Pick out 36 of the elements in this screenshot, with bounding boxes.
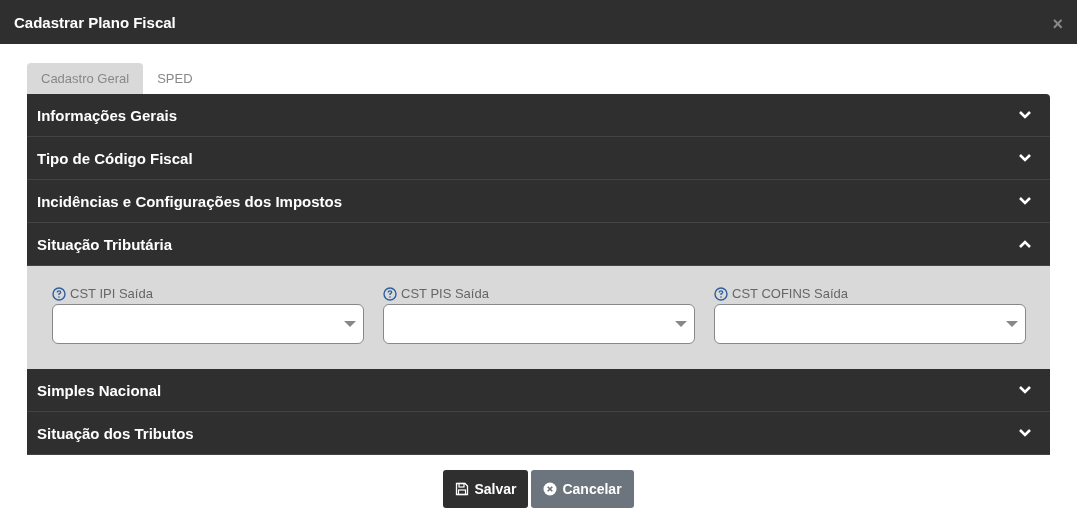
caret-icon <box>344 321 356 327</box>
select-field[interactable] <box>714 304 1026 344</box>
cancel-button[interactable]: Cancelar <box>531 470 634 508</box>
chevron-down-icon <box>1018 428 1032 438</box>
field-label: CST PIS Saída <box>401 286 489 301</box>
accordion-header[interactable]: Informações Gerais <box>27 94 1050 137</box>
chevron-down-icon <box>1018 153 1032 163</box>
caret-icon <box>675 321 687 327</box>
close-circle-icon <box>543 482 558 496</box>
save-button[interactable]: Salvar <box>443 470 529 508</box>
accordion-header[interactable]: Simples Nacional <box>27 369 1050 412</box>
section-title: Situação dos Tributos <box>37 424 194 442</box>
accordion-header[interactable]: Tipo de Código Fiscal <box>27 137 1050 180</box>
accordion-header[interactable]: Situação Tributária <box>27 223 1050 266</box>
help-icon[interactable] <box>383 286 397 301</box>
section-title: Incidências e Configurações dos Impostos <box>37 192 343 210</box>
section-title: Situação Tributária <box>37 235 173 253</box>
accordion-header[interactable]: Situação dos Tributos <box>27 412 1050 455</box>
section-title: Informações Gerais <box>37 106 178 124</box>
close-button[interactable]: × <box>1048 13 1067 35</box>
select-field[interactable] <box>52 304 364 344</box>
section-title: Tipo de Código Fiscal <box>37 149 193 167</box>
section-title: Simples Nacional <box>37 381 162 399</box>
field-label: CST COFINS Saída <box>732 286 849 301</box>
help-icon[interactable] <box>52 286 66 301</box>
caret-icon <box>1006 321 1018 327</box>
tab[interactable]: SPED <box>143 63 207 94</box>
chevron-down-icon <box>1018 110 1032 120</box>
field-label: CST IPI Saída <box>70 286 153 301</box>
chevron-down-icon <box>1018 385 1032 395</box>
select-field[interactable] <box>383 304 695 344</box>
dialog-title: Cadastrar Plano Fiscal <box>14 13 176 31</box>
chevron-down-icon <box>1018 196 1032 206</box>
accordion-header[interactable]: Incidências e Configurações dos Impostos <box>27 180 1050 223</box>
chevron-up-icon <box>1018 239 1032 249</box>
help-icon[interactable] <box>714 286 728 301</box>
